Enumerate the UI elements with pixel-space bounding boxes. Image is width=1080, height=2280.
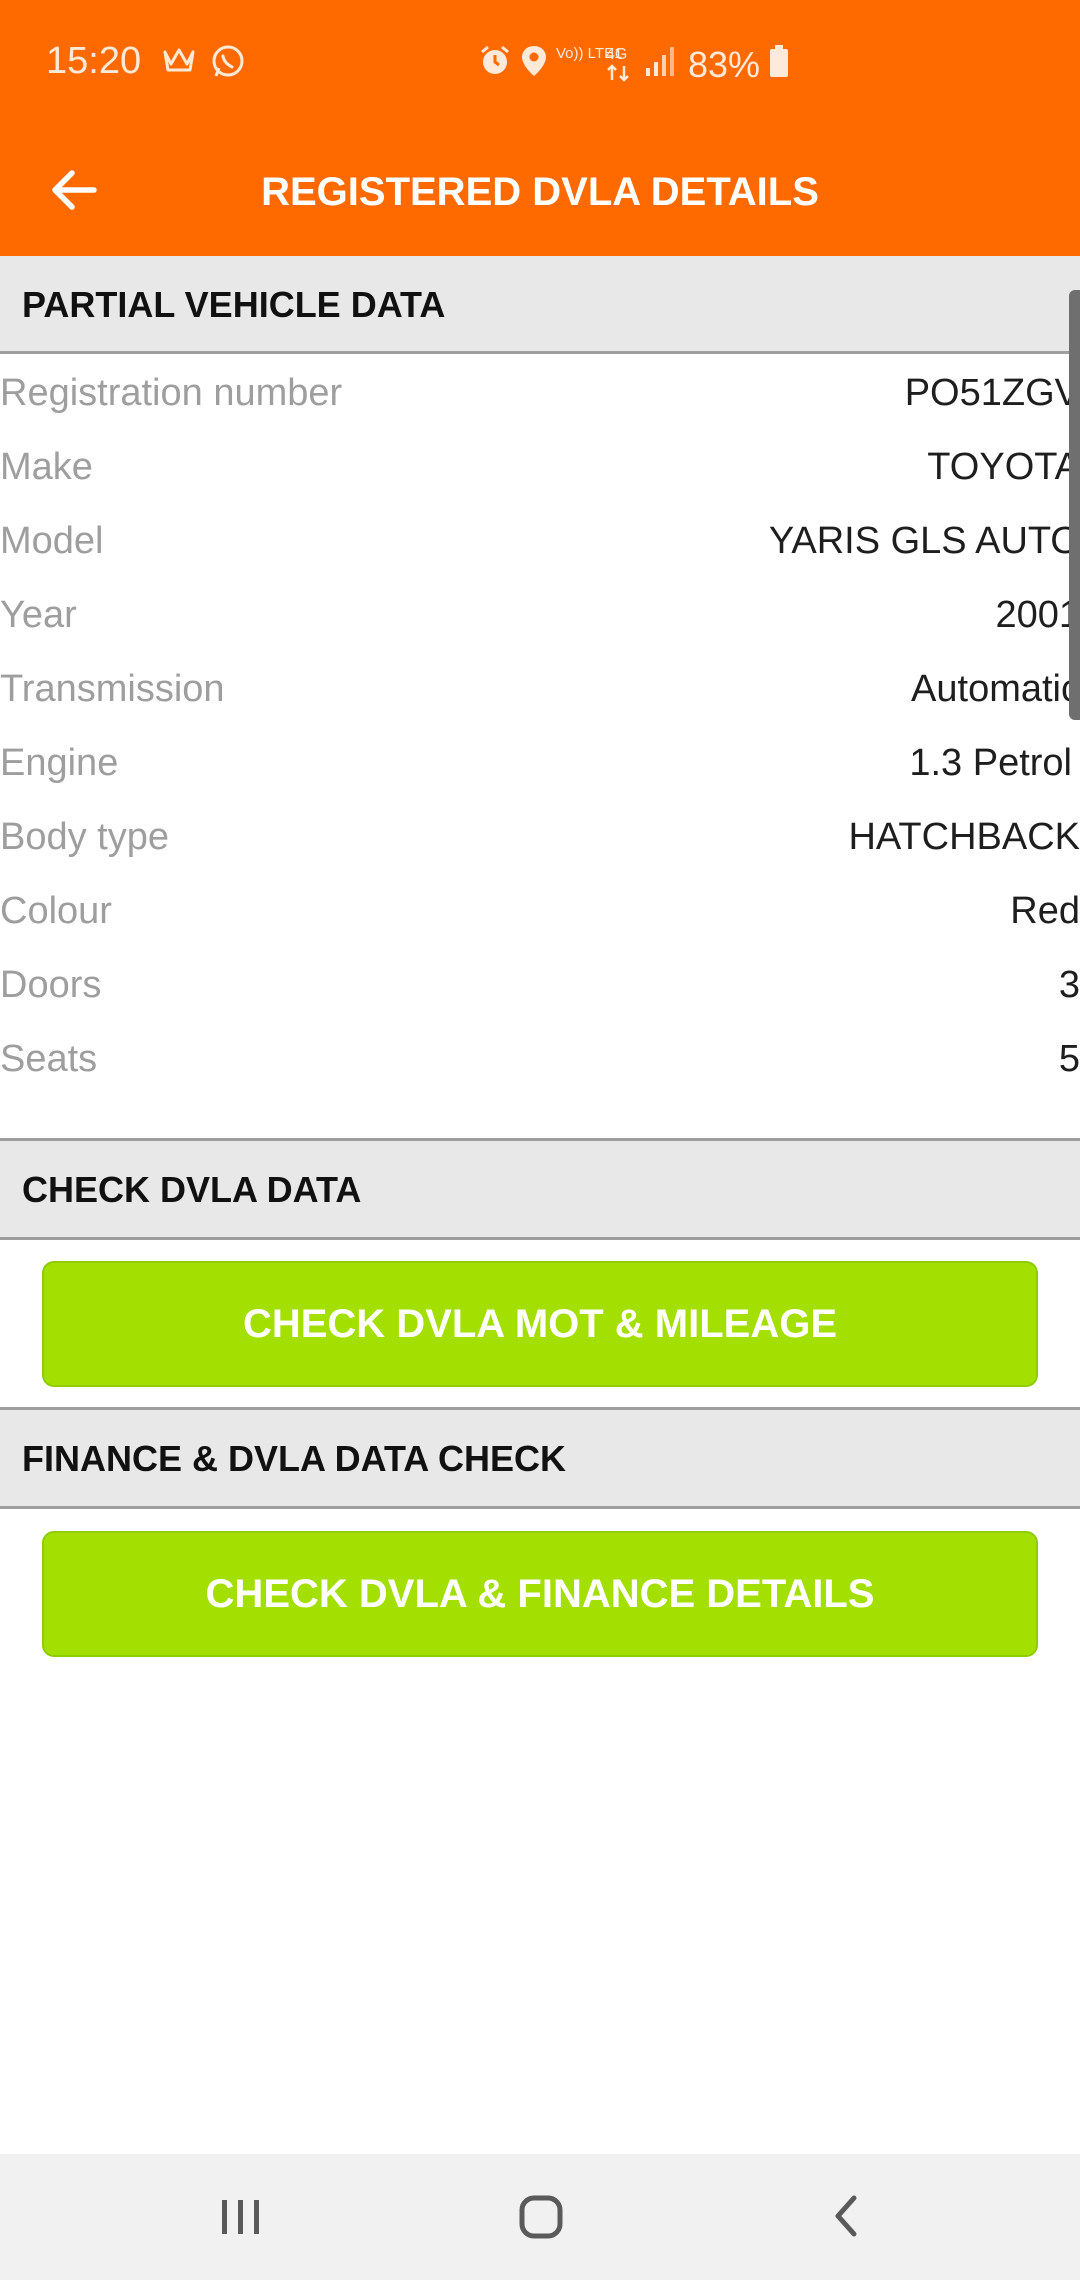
row-transmission: Transmission Automatic bbox=[0, 652, 1080, 726]
check-dvla-finance-details-button[interactable]: CHECK DVLA & FINANCE DETAILS bbox=[42, 1531, 1038, 1657]
row-year: Year 2001 bbox=[0, 578, 1080, 652]
battery-icon bbox=[768, 44, 790, 83]
system-nav-bar bbox=[0, 2154, 1080, 2280]
row-body-type: Body type HATCHBACK bbox=[0, 800, 1080, 874]
row-engine: Engine 1.3 Petrol bbox=[0, 726, 1080, 800]
section-title: CHECK DVLA DATA bbox=[22, 1169, 362, 1210]
row-value: Automatic bbox=[911, 668, 1080, 710]
section-title: FINANCE & DVLA DATA CHECK bbox=[22, 1438, 566, 1479]
home-icon bbox=[519, 2195, 563, 2239]
row-value: 2001 bbox=[995, 594, 1080, 636]
vehicle-data-list: Registration number PO51ZGV Make TOYOTA … bbox=[0, 356, 1080, 1096]
recent-apps-icon bbox=[222, 2200, 259, 2234]
back-chevron-icon bbox=[835, 2195, 857, 2237]
row-label: Year bbox=[0, 594, 77, 636]
app-bar: REGISTERED DVLA DETAILS bbox=[0, 128, 1080, 256]
row-label: Seats bbox=[0, 1038, 98, 1080]
row-value: HATCHBACK bbox=[848, 816, 1080, 858]
section-header-finance-dvla-check: FINANCE & DVLA DATA CHECK bbox=[0, 1407, 1080, 1509]
row-registration-number: Registration number PO51ZGV bbox=[0, 356, 1080, 430]
row-make: Make TOYOTA bbox=[0, 430, 1080, 504]
location-icon bbox=[520, 44, 548, 83]
battery-percent: 83% bbox=[688, 44, 761, 85]
alarm-icon bbox=[478, 44, 512, 83]
status-bar: 15:20 Vo)) LTE1 4G 83% bbox=[0, 0, 1080, 128]
signal-icon bbox=[644, 44, 676, 83]
row-label: Transmission bbox=[0, 668, 225, 710]
row-doors: Doors 3 bbox=[0, 948, 1080, 1022]
row-value: TOYOTA bbox=[927, 446, 1080, 488]
row-label: Engine bbox=[0, 742, 119, 784]
row-seats: Seats 5 bbox=[0, 1022, 1080, 1096]
section-header-partial-vehicle-data: PARTIAL VEHICLE DATA bbox=[0, 256, 1080, 354]
row-label: Registration number bbox=[0, 372, 343, 414]
row-value: 1.3 Petrol bbox=[909, 742, 1072, 784]
row-value: PO51ZGV bbox=[904, 372, 1080, 414]
back-button[interactable] bbox=[44, 160, 104, 220]
row-value: YARIS GLS AUTO bbox=[768, 520, 1080, 562]
row-model: Model YARIS GLS AUTO bbox=[0, 504, 1080, 578]
screen: 15:20 Vo)) LTE1 4G 83% REGISTERED DVLA D… bbox=[0, 0, 1080, 2280]
scrollbar[interactable] bbox=[1069, 290, 1080, 720]
row-label: Doors bbox=[0, 964, 102, 1006]
system-back-button[interactable] bbox=[768, 2154, 928, 2280]
row-value: 5 bbox=[1058, 1038, 1080, 1080]
whatsapp-icon bbox=[210, 44, 246, 85]
home-button[interactable] bbox=[462, 2154, 622, 2280]
row-label: Colour bbox=[0, 890, 112, 932]
section-header-check-dvla-data: CHECK DVLA DATA bbox=[0, 1138, 1080, 1240]
page-title: REGISTERED DVLA DETAILS bbox=[261, 170, 819, 214]
row-value: Red bbox=[1010, 890, 1080, 932]
row-label: Make bbox=[0, 446, 93, 488]
row-value: 3 bbox=[1058, 964, 1080, 1006]
status-time: 15:20 bbox=[46, 40, 142, 82]
crown-icon bbox=[162, 44, 196, 79]
arrow-left-icon bbox=[52, 170, 97, 210]
section-title: PARTIAL VEHICLE DATA bbox=[22, 284, 446, 325]
4g-icon: 4G bbox=[606, 46, 630, 82]
check-dvla-mot-mileage-button[interactable]: CHECK DVLA MOT & MILEAGE bbox=[42, 1261, 1038, 1387]
row-label: Body type bbox=[0, 816, 169, 858]
row-colour: Colour Red bbox=[0, 874, 1080, 948]
recent-apps-button[interactable] bbox=[160, 2154, 320, 2280]
row-label: Model bbox=[0, 520, 104, 562]
network-label: 4G bbox=[606, 46, 628, 63]
